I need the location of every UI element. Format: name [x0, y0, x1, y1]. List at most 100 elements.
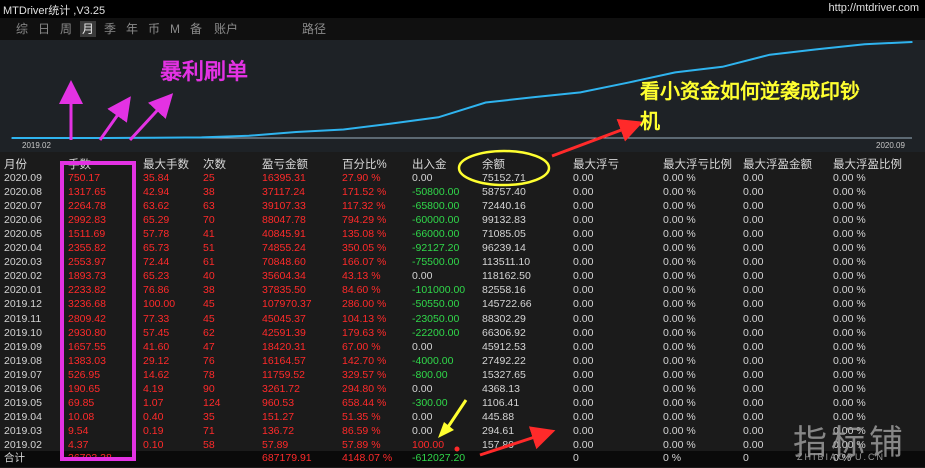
balance-point — [437, 116, 440, 119]
table-row[interactable]: 2019.08 1383.03 29.12 76 16164.57 142.70 % -40… — [0, 354, 925, 369]
table-cell: 65.29 — [143, 214, 170, 227]
table-cell: 43.13 % — [342, 270, 381, 283]
period-tab-3[interactable]: 月 — [80, 21, 97, 37]
column-header-10[interactable]: 最大浮盈金额 — [743, 156, 812, 172]
table-row[interactable]: 2019.06 190.65 4.19 90 3261.72 294.80 % 0.00 43… — [0, 382, 925, 397]
period-tab-8[interactable]: 备 — [188, 21, 204, 37]
table-cell: 0.00 — [573, 340, 594, 353]
column-header-1[interactable]: 手数 — [68, 156, 91, 172]
table-cell: 166.07 % — [342, 256, 387, 269]
column-header-2[interactable]: 最大手数 — [143, 156, 189, 172]
table-cell: 67.00 % — [342, 340, 381, 353]
table-cell: 445.88 — [482, 410, 515, 423]
table-cell: 329.57 % — [342, 368, 387, 381]
table-cell: 2020.02 — [4, 270, 42, 283]
table-row[interactable]: 2019.03 9.54 0.19 71 136.72 86.59 % 0.00 294.61… — [0, 424, 925, 439]
table-cell: 41.60 — [143, 340, 170, 353]
table-cell: 11759.52 — [262, 368, 306, 381]
table-row[interactable]: 2020.05 1511.69 57.78 41 40845.91 135.08 % -66… — [0, 227, 925, 242]
table-cell: 65.73 — [143, 242, 170, 255]
table-row[interactable]: 2020.01 2233.82 76.86 38 37835.50 84.60 % -101… — [0, 283, 925, 298]
table-cell: 61 — [203, 256, 215, 269]
table-cell: 27492.22 — [482, 354, 526, 367]
table-cell: 2019.12 — [4, 298, 42, 311]
table-cell: 0.00 % — [833, 340, 866, 353]
table-cell: 2019.07 — [4, 368, 42, 381]
period-tab-9[interactable]: 账户 — [212, 21, 240, 37]
period-tab-4[interactable]: 季 — [102, 21, 118, 37]
table-cell: 157.89 — [482, 438, 515, 451]
column-header-4[interactable]: 盈亏金额 — [262, 156, 308, 172]
table-cell: 57.89 — [262, 438, 289, 451]
period-tab-5[interactable]: 年 — [124, 21, 140, 37]
table-cell: 0.00 — [743, 270, 764, 283]
column-header-9[interactable]: 最大浮亏比例 — [663, 156, 732, 172]
chart-end-label: 2020.09 — [876, 141, 905, 150]
column-header-7[interactable]: 余额 — [482, 156, 505, 172]
table-row[interactable]: 2020.09 750.17 35.84 25 16395.31 27.90 % 0.00 7… — [0, 171, 925, 186]
table-cell: -65800.00 — [412, 200, 460, 213]
table-row[interactable]: 2019.12 3236.68 100.00 45 107970.37 286.00 % -… — [0, 297, 925, 312]
balance-point — [626, 81, 629, 84]
column-header-3[interactable]: 次数 — [203, 156, 226, 172]
period-tab-1[interactable]: 日 — [36, 21, 52, 37]
table-cell: -50800.00 — [412, 186, 460, 199]
table-cell: 65.23 — [143, 270, 170, 283]
table-row[interactable]: 2019.09 1657.55 41.60 47 18420.31 67.00 % 0.00… — [0, 340, 925, 355]
balance-point — [58, 137, 61, 139]
app-url-link[interactable]: http://mtdriver.com — [829, 2, 919, 14]
table-cell: 1106.41 — [482, 396, 520, 409]
table-cell: 1.07 — [143, 396, 164, 409]
table-row[interactable]: 2019.04 10.08 0.40 35 151.27 51.35 % 0.00 445.8… — [0, 410, 925, 425]
table-cell: 0.00 — [573, 200, 594, 213]
table-row[interactable]: 2020.07 2264.78 63.62 63 39107.33 117.32 % -65… — [0, 199, 925, 214]
period-tab-2[interactable]: 周 — [58, 21, 74, 37]
table-cell: 960.53 — [262, 396, 295, 409]
table-total-row: 合计 36703.38 687179.91 4148.07 % -612027.20 0 0… — [0, 451, 925, 467]
table-cell: 0.00 % — [663, 186, 696, 199]
table-cell: 70848.60 — [262, 256, 306, 269]
period-tab-0[interactable]: 综 — [14, 21, 30, 37]
table-row[interactable]: 2019.11 2809.42 77.33 45 45045.37 104.13 % -23… — [0, 312, 925, 327]
column-header-5[interactable]: 百分比% — [342, 156, 387, 172]
table-row[interactable]: 2019.10 2930.80 57.45 62 42591.39 179.63 % -22… — [0, 326, 925, 341]
table-cell: 0.00 — [743, 256, 764, 269]
column-header-0[interactable]: 月份 — [4, 156, 27, 172]
balance-point — [390, 122, 392, 125]
table-cell: -23050.00 — [412, 312, 460, 325]
column-header-11[interactable]: 最大浮盈比例 — [833, 156, 902, 172]
balance-point — [105, 137, 108, 139]
table-cell: 0.00 — [412, 382, 433, 395]
table-row[interactable]: 2019.05 69.85 1.07 124 960.53 658.44 % -300.00… — [0, 396, 925, 411]
table-row[interactable]: 2020.04 2355.82 65.73 51 74855.24 350.05 % -92… — [0, 241, 925, 256]
table-row[interactable]: 2020.06 2992.83 65.29 70 88047.78 794.29 % -60… — [0, 213, 925, 228]
column-header-8[interactable]: 最大浮亏 — [573, 156, 619, 172]
table-cell: 0.00 % — [833, 214, 866, 227]
table-cell: 0.00 — [573, 214, 594, 227]
table-cell: 0.00 % — [833, 228, 866, 241]
period-tab-bar: 综日周月季年币 M 备账户 路径 — [0, 18, 925, 40]
table-cell: 0.00 — [743, 200, 764, 213]
table-row[interactable]: 2019.07 526.95 14.62 78 11759.52 329.57 % -800… — [0, 368, 925, 383]
table-row[interactable]: 2020.08 1317.65 42.94 38 37117.24 171.52 % -50… — [0, 185, 925, 200]
table-cell: 286.00 % — [342, 298, 387, 311]
column-header-6[interactable]: 出入金 — [412, 156, 447, 172]
table-row[interactable]: 2020.03 2553.97 72.44 61 70848.60 166.07 % -75… — [0, 255, 925, 270]
table-cell: 2930.80 — [68, 326, 106, 339]
total-cell: 687179.91 — [262, 452, 312, 464]
table-cell: 70 — [203, 214, 215, 227]
balance-point — [674, 71, 676, 74]
balance-point — [911, 41, 913, 43]
table-cell: -4000.00 — [412, 354, 454, 367]
table-cell: 2019.11 — [4, 312, 42, 325]
period-tab-6[interactable]: 币 — [146, 21, 162, 37]
table-cell: 0.00 % — [663, 382, 696, 395]
table-row[interactable]: 2020.02 1893.73 65.23 40 35604.34 43.13 % 0.00… — [0, 269, 925, 284]
table-cell: 2019.02 — [4, 438, 42, 451]
table-cell: 57.78 — [143, 228, 170, 241]
table-cell: 100.00 — [412, 438, 445, 451]
table-cell: 77.33 — [143, 312, 170, 325]
period-tab-7[interactable]: M — [168, 21, 182, 37]
period-tab-10[interactable]: 路径 — [300, 21, 328, 37]
table-cell: 2019.08 — [4, 354, 42, 367]
